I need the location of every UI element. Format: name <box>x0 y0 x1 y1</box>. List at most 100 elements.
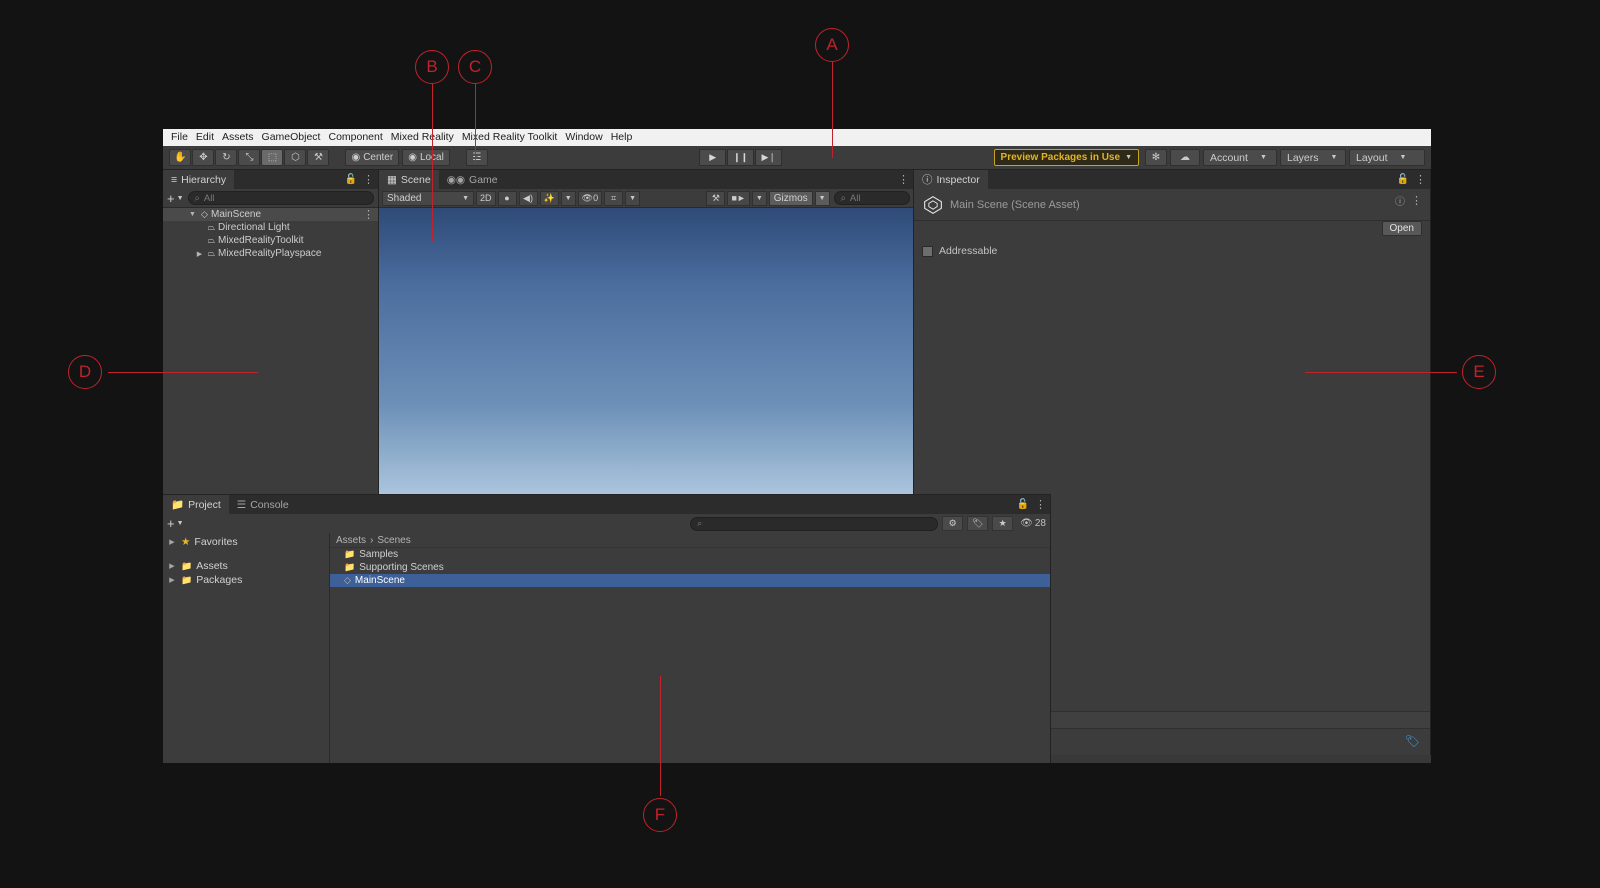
kebab-menu-icon[interactable]: ⋮ <box>898 173 909 186</box>
step-button[interactable]: ▶❘ <box>755 149 783 166</box>
layers-dropdown[interactable]: Layers ▼ <box>1280 149 1346 166</box>
chevron-right-icon[interactable]: ▶ <box>167 538 177 546</box>
hierarchy-item-mainscene[interactable]: ▼ ◇ MainScene ⋮ <box>163 208 378 221</box>
lock-icon[interactable]: 🔓 <box>1017 499 1029 510</box>
tree-item-assets[interactable]: ▶ 📁 Assets <box>163 559 329 573</box>
pivot-mode-button[interactable]: ◉ Center <box>345 149 400 166</box>
menu-item-edit[interactable]: Edit <box>192 129 218 146</box>
annotation-marker-d: D <box>68 355 102 389</box>
breadcrumb-item-scenes[interactable]: Scenes <box>377 535 410 546</box>
scene-lighting-icon[interactable]: ● <box>497 190 517 206</box>
gizmos-dropdown[interactable]: ▼ <box>814 190 830 206</box>
tree-item-packages[interactable]: ▶ 📁 Packages <box>163 573 329 587</box>
chevron-down-icon: ▼ <box>755 194 763 202</box>
scene-camera-dropdown[interactable]: ▼ <box>751 190 767 206</box>
file-row-samples[interactable]: 📁 Samples <box>330 548 1050 561</box>
hierarchy-item-label: Directional Light <box>218 222 290 233</box>
toggle-2d-button[interactable]: 2D <box>476 190 496 206</box>
file-row-mainscene[interactable]: ◇ MainScene <box>330 574 1050 587</box>
hierarchy-item-directional-light[interactable]: ⏢ Directional Light <box>163 221 378 234</box>
tab-hierarchy[interactable]: ≡ Hierarchy <box>163 170 235 189</box>
kebab-menu-icon[interactable]: ⋮ <box>1415 173 1426 186</box>
tab-console-label: Console <box>250 498 289 511</box>
menu-item-gameobject[interactable]: GameObject <box>258 129 325 146</box>
scene-fx-dropdown[interactable]: ▼ <box>560 190 576 206</box>
scene-tab-tools: ⋮ <box>898 170 909 189</box>
grid-snap-icon[interactable]: ☲ <box>465 149 488 166</box>
annotation-leader-a <box>832 62 834 158</box>
folder-icon: 📁 <box>344 562 356 572</box>
chevron-right-icon[interactable]: ▶ <box>167 562 177 570</box>
open-button[interactable]: Open <box>1381 221 1422 236</box>
file-label: MainScene <box>354 575 405 586</box>
menu-item-mixed-reality[interactable]: Mixed Reality <box>387 129 458 146</box>
favorites-filter-icon[interactable]: ★ <box>992 516 1014 531</box>
project-search-input[interactable]: ⌕ <box>690 516 939 531</box>
hierarchy-add-button[interactable]: + ▼ <box>167 191 184 206</box>
tab-inspector[interactable]: ⓘ Inspector <box>914 170 988 189</box>
kebab-menu-icon[interactable]: ⋮ <box>1411 194 1422 207</box>
menu-item-help[interactable]: Help <box>607 129 637 146</box>
menu-item-component[interactable]: Component <box>324 129 386 146</box>
collab-search-icon[interactable]: ✻ <box>1145 149 1167 166</box>
pause-button[interactable]: ❙❙ <box>727 149 755 166</box>
search-by-type-icon[interactable]: ⚙ <box>942 516 964 531</box>
gizmos-button[interactable]: Gizmos <box>768 190 813 206</box>
menu-item-assets[interactable]: Assets <box>218 129 258 146</box>
annotation-marker-e: E <box>1462 355 1496 389</box>
scene-grid-dropdown[interactable]: ▼ <box>625 190 641 206</box>
tree-item-label: Favorites <box>194 536 238 548</box>
hierarchy-item-mixedrealityplayspace[interactable]: ▶ ⏢ MixedRealityPlayspace <box>163 247 378 260</box>
chevron-down-icon: ▼ <box>629 194 637 202</box>
tab-game[interactable]: ◉◉ Game <box>438 170 506 189</box>
hierarchy-search-input[interactable]: ⌕ All <box>187 191 374 205</box>
draw-mode-dropdown[interactable]: Shaded ▼ <box>382 190 474 206</box>
tab-console[interactable]: ☰ Console <box>228 495 297 514</box>
scale-tool-icon[interactable]: ⤡ <box>238 149 261 166</box>
layout-dropdown[interactable]: Layout ▼ <box>1349 149 1425 166</box>
tree-item-favorites[interactable]: ▶ ★ Favorites <box>163 535 329 549</box>
custom-tool-icon[interactable]: ⚒ <box>307 149 330 166</box>
chevron-down-icon: ▼ <box>176 194 184 202</box>
hierarchy-item-mixedrealitytoolkit[interactable]: ⏢ MixedRealityToolkit <box>163 234 378 247</box>
pivot-label: Center <box>363 152 394 163</box>
scene-visibility-toggle[interactable]: 👁 0 <box>577 190 603 206</box>
kebab-menu-icon[interactable]: ⋮ <box>363 173 374 186</box>
lock-icon[interactable]: 🔓 <box>345 174 357 185</box>
preview-packages-badge[interactable]: Preview Packages in Use ▼ <box>993 149 1139 166</box>
cloud-icon[interactable]: ☁ <box>1170 149 1200 166</box>
lock-icon[interactable]: 🔓 <box>1397 174 1409 185</box>
tab-scene-label: Scene <box>400 173 431 186</box>
scene-search-input[interactable]: ⌕ All <box>833 191 910 205</box>
tab-scene[interactable]: ▦ Scene <box>379 170 439 189</box>
play-button[interactable]: ▶ <box>699 149 727 166</box>
handle-space-button[interactable]: ◉ Local <box>402 149 450 166</box>
kebab-menu-icon[interactable]: ⋮ <box>363 208 374 221</box>
breadcrumb-item-assets[interactable]: Assets <box>336 535 366 546</box>
move-tool-icon[interactable]: ✥ <box>192 149 215 166</box>
scene-fx-icon[interactable]: ✨ <box>539 190 559 206</box>
scene-grid-icon[interactable]: ⌗ <box>604 190 624 206</box>
scene-tools-icon[interactable]: ⚒ <box>706 190 726 206</box>
chevron-right-icon[interactable]: ▶ <box>167 576 177 584</box>
project-add-button[interactable]: + ▼ <box>167 516 184 531</box>
transform-tool-icon[interactable]: ⬡ <box>284 149 307 166</box>
hand-tool-icon[interactable]: ✋ <box>169 149 192 166</box>
scene-camera-icon[interactable]: ■► <box>727 190 750 206</box>
menu-item-window[interactable]: Window <box>561 129 606 146</box>
menu-item-file[interactable]: File <box>167 129 192 146</box>
kebab-menu-icon[interactable]: ⋮ <box>1035 498 1046 511</box>
addressable-checkbox[interactable] <box>922 245 933 257</box>
help-icon[interactable]: ⓘ <box>1395 193 1405 208</box>
rotate-tool-icon[interactable]: ↻ <box>215 149 238 166</box>
tag-icon[interactable]: 🏷 <box>1405 734 1420 748</box>
menu-item-mixed-reality-toolkit[interactable]: Mixed Reality Toolkit <box>458 129 562 146</box>
file-row-supporting-scenes[interactable]: 📁 Supporting Scenes <box>330 561 1050 574</box>
chevron-down-icon[interactable]: ▼ <box>187 211 198 218</box>
scene-audio-icon[interactable]: ◀) <box>518 190 538 206</box>
chevron-right-icon[interactable]: ▶ <box>194 250 205 258</box>
search-by-label-icon[interactable]: 🏷 <box>967 516 989 531</box>
account-dropdown[interactable]: Account ▼ <box>1203 149 1277 166</box>
rect-tool-icon[interactable]: ⬚ <box>261 149 284 166</box>
tab-project[interactable]: 📁 Project <box>163 495 229 514</box>
